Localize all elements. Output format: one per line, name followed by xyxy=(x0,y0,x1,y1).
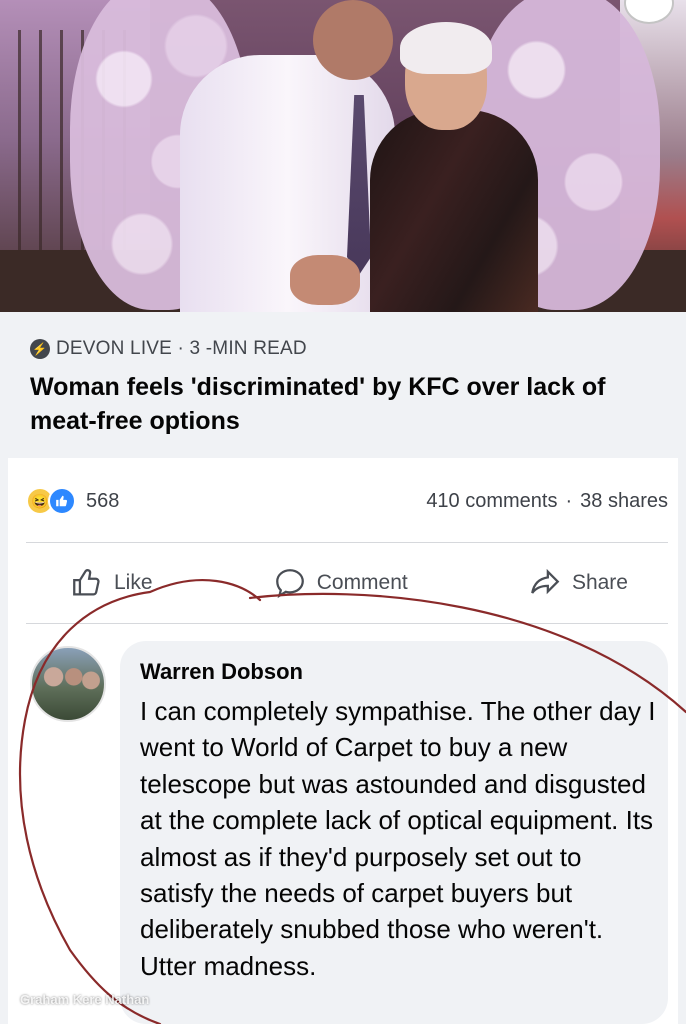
shares-count[interactable]: 38 shares xyxy=(580,490,668,513)
photo-man-head xyxy=(313,0,393,80)
share-button[interactable]: Share xyxy=(528,566,628,600)
actions-divider xyxy=(26,623,668,624)
post-body: 😆 568 410 comments · 38 shares Like Comm… xyxy=(8,458,678,1024)
post-actions: Like Comment Share xyxy=(26,558,668,608)
stats-divider xyxy=(26,542,668,543)
comment-bubble: Warren Dobson I can completely sympathis… xyxy=(120,641,668,1024)
source-bolt-icon: ⚡ xyxy=(30,339,50,359)
link-preview[interactable]: ⚡ DEVON LIVE · 3 -MIN READ Woman feels '… xyxy=(8,318,678,458)
watermark-name: Graham Kere Nathan xyxy=(20,992,150,1007)
photo-woman xyxy=(370,110,538,312)
stats-separator: · xyxy=(565,489,573,512)
share-label: Share xyxy=(571,571,628,594)
article-source-label: DEVON LIVE · 3 -MIN READ xyxy=(56,338,307,359)
article-photo[interactable] xyxy=(0,0,686,312)
comment-author[interactable]: Warren Dobson xyxy=(140,659,648,685)
comment-label: Comment xyxy=(316,571,408,594)
like-button[interactable]: Like xyxy=(70,566,153,600)
comment-icon xyxy=(275,569,304,599)
post-stats: 😆 568 410 comments · 38 shares xyxy=(26,486,668,516)
like-reaction-icon xyxy=(48,487,76,515)
reaction-count: 568 xyxy=(86,489,120,512)
watermark-time: 5 HOURS AGO xyxy=(20,1011,102,1023)
article-headline[interactable]: Woman feels 'discriminated' by KFC over … xyxy=(30,370,656,438)
reactions-summary[interactable]: 😆 568 xyxy=(26,487,119,515)
comment-button[interactable]: Comment xyxy=(273,566,408,600)
photo-woman-hair xyxy=(400,22,492,74)
avatar[interactable] xyxy=(30,646,106,722)
engagement-counts: 410 comments · 38 shares xyxy=(426,490,668,513)
photo-handshake xyxy=(290,255,360,305)
article-source: ⚡ DEVON LIVE · 3 -MIN READ xyxy=(30,338,656,360)
comments-count[interactable]: 410 comments xyxy=(426,490,557,513)
like-icon xyxy=(73,569,100,596)
comment-text: I can completely sympathise. The other d… xyxy=(140,696,656,981)
share-icon xyxy=(531,568,560,595)
like-label: Like xyxy=(114,571,153,594)
